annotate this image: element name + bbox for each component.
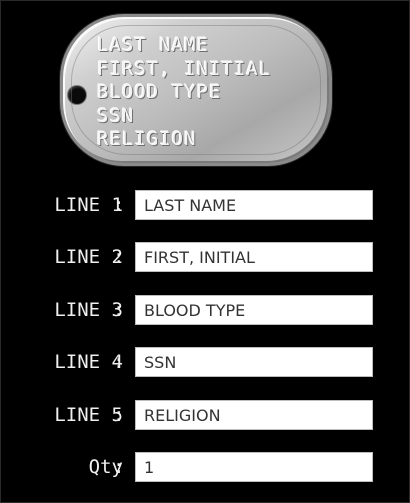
line-4-row: LINE 4 : bbox=[1, 347, 410, 377]
line-3-input[interactable] bbox=[135, 295, 373, 325]
line-4-input[interactable] bbox=[135, 347, 373, 377]
line-1-colon: : bbox=[113, 194, 125, 216]
dogtag-preview: LAST NAME FIRST, INITIAL BLOOD TYPE SSN … bbox=[60, 14, 332, 166]
dogtag-line-3: BLOOD TYPE bbox=[97, 81, 222, 103]
line-3-colon: : bbox=[113, 299, 125, 321]
line-5-input[interactable] bbox=[135, 400, 373, 430]
qty-input[interactable] bbox=[135, 452, 373, 482]
line-1-input[interactable] bbox=[135, 190, 373, 220]
line-3-row: LINE 3 : bbox=[1, 295, 410, 325]
line-4-colon: : bbox=[113, 351, 125, 373]
line-2-row: LINE 2 : bbox=[1, 242, 410, 272]
line-1-row: LINE 1 : bbox=[1, 190, 410, 220]
dogtag-line-2: FIRST, INITIAL bbox=[97, 57, 272, 80]
dogtag-line-5: RELIGION bbox=[97, 128, 197, 150]
line-5-row: LINE 5 : bbox=[1, 400, 410, 430]
line-2-input[interactable] bbox=[135, 242, 373, 272]
line-2-colon: : bbox=[113, 246, 125, 268]
dogtag-customizer: LAST NAME FIRST, INITIAL BLOOD TYPE SSN … bbox=[0, 0, 410, 503]
dogtag-line-4: SSN bbox=[97, 104, 135, 127]
qty-row: Qty : bbox=[1, 452, 410, 482]
dogtag-line-1: LAST NAME bbox=[97, 34, 209, 56]
dogtag-hole-icon bbox=[68, 86, 86, 104]
line-5-colon: : bbox=[113, 404, 125, 426]
qty-colon: : bbox=[113, 456, 125, 478]
dogtag-text: LAST NAME FIRST, INITIAL BLOOD TYPE SSN … bbox=[97, 34, 271, 152]
